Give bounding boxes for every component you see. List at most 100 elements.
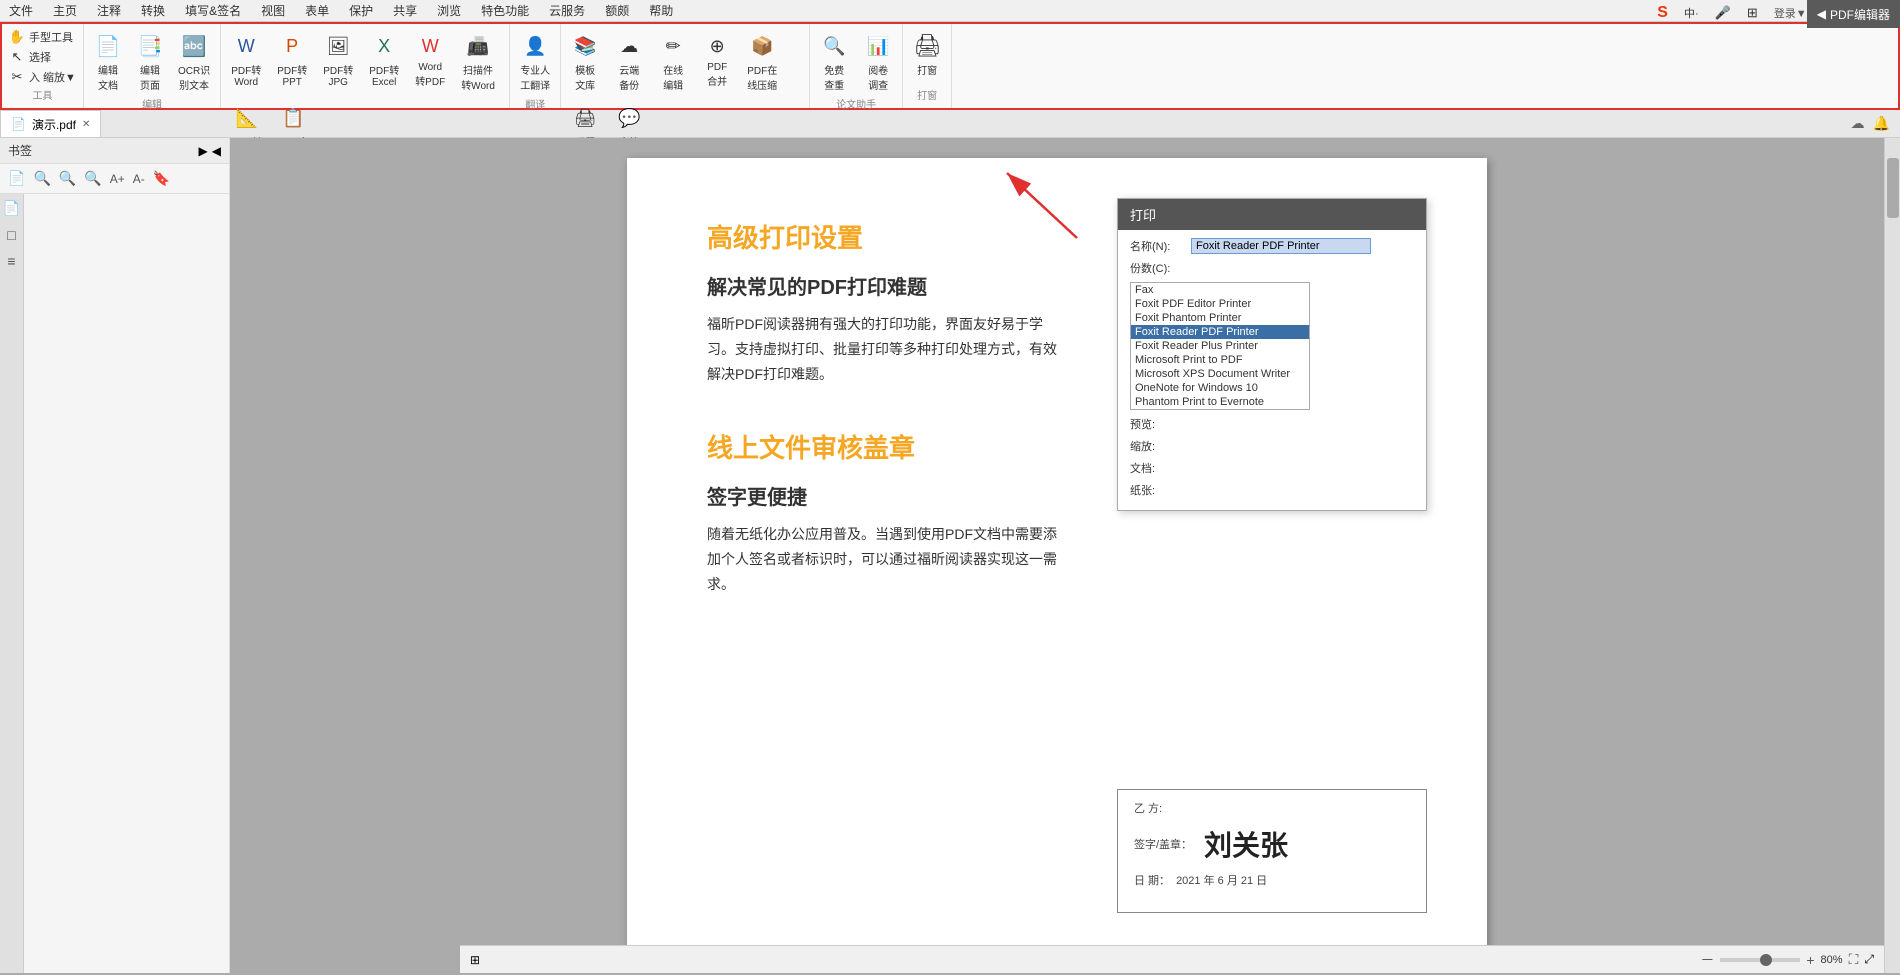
pdf-jpg-icon: 🖼 [324, 32, 352, 60]
print-preview-label: 预览: [1130, 416, 1185, 432]
sig-party-row: 乙 方: [1134, 800, 1410, 816]
free-check-icon: 🔍 [820, 32, 848, 60]
zoom-thumb[interactable] [1760, 954, 1772, 966]
menu-fill-sign[interactable]: 填写&签名 [181, 0, 245, 21]
login-icon[interactable]: 登录▼ [1770, 3, 1811, 23]
zoom-out-button[interactable]: － [1700, 950, 1714, 970]
ocr-icon: 🔤 [180, 32, 208, 60]
sidebar-doc-icon[interactable]: 📄 [6, 168, 27, 189]
printer-fax[interactable]: Fax [1131, 283, 1309, 297]
main-layout: 书签 ▶ ◀ 📄 🔍 🔍 🔍 A+ A- 🔖 📄 □ ≡ [0, 138, 1900, 973]
print-preview-row: 预览: [1130, 416, 1414, 436]
sidebar-search2-icon[interactable]: 🔍 [57, 168, 78, 189]
hand-tool-button[interactable]: ✋ 手型工具 [6, 28, 79, 46]
mic-icon[interactable]: 🎤 [1711, 3, 1735, 23]
online-edit-button[interactable]: ✏ 在线编辑 [653, 28, 693, 96]
sidebar-collapse-icon[interactable]: ◀ [212, 144, 221, 158]
print-copies-row: 份数(C): [1130, 260, 1414, 280]
printer-ms-pdf[interactable]: Microsoft Print to PDF [1131, 353, 1309, 367]
tab-close-button[interactable]: ✕ [82, 119, 90, 130]
pdf-to-jpg-button[interactable]: 🖼 PDF转JPG [317, 28, 359, 92]
printer-foxit-editor[interactable]: Foxit PDF Editor Printer [1131, 297, 1309, 311]
grid-icon[interactable]: ⊞ [1743, 3, 1762, 23]
sidebar-panel-pages-icon[interactable]: 📄 [3, 200, 20, 217]
printer-onenote[interactable]: OneNote for Windows 10 [1131, 381, 1309, 395]
template-library-button[interactable]: 📚 模板文库 [565, 28, 605, 96]
fit-page-icon[interactable]: ⤢ [1864, 952, 1874, 967]
word-to-pdf-button[interactable]: W Word转PDF [409, 28, 451, 92]
crop-tool-button[interactable]: ✂ 入 缩放▼ [6, 68, 79, 86]
print-doc-row: 文档: [1130, 460, 1414, 480]
page-icon: ⊞ [470, 953, 480, 967]
menu-special[interactable]: 特色功能 [477, 0, 533, 21]
printer-phantom-evernote[interactable]: Phantom Print to Evernote [1131, 395, 1309, 409]
print-button[interactable]: 🖨 打窗 [907, 28, 947, 81]
zoom-slider[interactable] [1720, 958, 1800, 962]
pdf-compress-label: PDF在线压缩 [747, 62, 777, 92]
menu-share[interactable]: 共享 [389, 0, 421, 21]
edit-page-button[interactable]: 📑 编辑页面 [130, 28, 170, 96]
ribbon-research-top: 🔍 免费查重 📊 阅卷调查 [814, 28, 898, 96]
cloud-backup-button[interactable]: ☁ 云端备份 [609, 28, 649, 96]
menu-form[interactable]: 表单 [301, 0, 333, 21]
menu-extra[interactable]: 额颇 [601, 0, 633, 21]
ribbon-translate-top: 👤 专业人工翻译 [514, 28, 556, 96]
sidebar-font-down-icon[interactable]: A- [131, 170, 147, 188]
sidebar-content: 📄 □ ≡ [0, 194, 229, 973]
sidebar-bookmark-icon[interactable]: 🔖 [151, 168, 172, 189]
sidebar-search1-icon[interactable]: 🔍 [31, 168, 52, 189]
ocr-button[interactable]: 🔤 OCR识别文本 [172, 28, 216, 96]
sidebar-panel-search-icon[interactable]: □ [7, 227, 15, 243]
pdf-to-ppt-button[interactable]: P PDF转PPT [271, 28, 313, 92]
pdf-tab[interactable]: 📄 演示.pdf ✕ [0, 110, 101, 137]
print-zoom-row: 缩放: [1130, 438, 1414, 458]
pdf-ppt-icon: P [278, 32, 306, 60]
sidebar-panel-bookmark-icon[interactable]: ≡ [7, 253, 15, 269]
printer-foxit-phantom[interactable]: Foxit Phantom Printer [1131, 311, 1309, 325]
sidebar-search3-icon[interactable]: 🔍 [82, 168, 103, 189]
menu-view[interactable]: 视图 [257, 0, 289, 21]
pdf-merge-button[interactable]: ⊕ PDF合并 [697, 28, 737, 92]
edit-doc-button[interactable]: 📄 编辑文档 [88, 28, 128, 96]
pdf-to-excel-button[interactable]: X PDF转Excel [363, 28, 405, 92]
online-edit-label: 在线编辑 [663, 62, 683, 92]
menu-annotation[interactable]: 注释 [93, 0, 125, 21]
pdf-to-jpg-label: PDF转JPG [323, 62, 353, 88]
sig-inner: 乙 方: 签字/盖章： 刘关张 日 期： 2021 年 6 月 21 日 [1118, 790, 1426, 912]
print-name-value: Foxit Reader PDF Printer [1191, 238, 1371, 254]
ocr-label: OCR识别文本 [178, 62, 210, 92]
zoom-in-button[interactable]: + [1806, 952, 1814, 968]
sidebar-font-up-icon[interactable]: A+ [108, 170, 127, 188]
printer-ms-xps[interactable]: Microsoft XPS Document Writer [1131, 367, 1309, 381]
menu-protect[interactable]: 保护 [345, 0, 377, 21]
read-survey-button[interactable]: 📊 阅卷调查 [858, 28, 898, 96]
menu-convert[interactable]: 转换 [137, 0, 169, 21]
red-arrow-annotation [997, 168, 1097, 251]
pro-translate-button[interactable]: 👤 专业人工翻译 [514, 28, 556, 96]
sig-party-label: 乙 方: [1134, 800, 1204, 816]
select-icon: ↖ [9, 49, 25, 65]
content-area[interactable]: 高级打印设置 解决常见的PDF打印难题 福昕PDF阅读器拥有强大的打印功能，界面… [230, 138, 1900, 973]
printer-foxit-plus[interactable]: Foxit Reader Plus Printer [1131, 339, 1309, 353]
pdf-compress-button[interactable]: 📦 PDF在线压缩 [741, 28, 783, 96]
menu-file[interactable]: 文件 [5, 0, 37, 21]
print-doc-label: 文档: [1130, 460, 1185, 476]
sidebar-expand-icon[interactable]: ▶ [199, 144, 208, 158]
print-paper-row: 纸张: [1130, 482, 1414, 502]
free-check-button[interactable]: 🔍 免费查重 [814, 28, 854, 96]
hand-icon: ✋ [9, 29, 25, 45]
scrollbar-thumb[interactable] [1887, 158, 1899, 218]
scan-to-word-button[interactable]: 📠 扫描件转Word [455, 28, 501, 96]
menu-browse[interactable]: 浏览 [433, 0, 465, 21]
sig-name: 刘关张 [1204, 824, 1288, 864]
menu-cloud[interactable]: 云服务 [545, 0, 589, 21]
pdf-to-word-button[interactable]: W PDF转Word [225, 28, 267, 92]
sidebar-header-icons: ▶ ◀ [199, 144, 221, 158]
meeting-icon: 💬 [615, 104, 643, 132]
menu-home[interactable]: 主页 [49, 0, 81, 21]
fullscreen-button[interactable]: ⛶ [1849, 951, 1859, 968]
menu-help[interactable]: 帮助 [645, 0, 677, 21]
select-tool-button[interactable]: ↖ 选择 [6, 48, 79, 66]
printer-foxit-reader[interactable]: Foxit Reader PDF Printer [1131, 325, 1309, 339]
vertical-scrollbar[interactable] [1884, 138, 1900, 973]
